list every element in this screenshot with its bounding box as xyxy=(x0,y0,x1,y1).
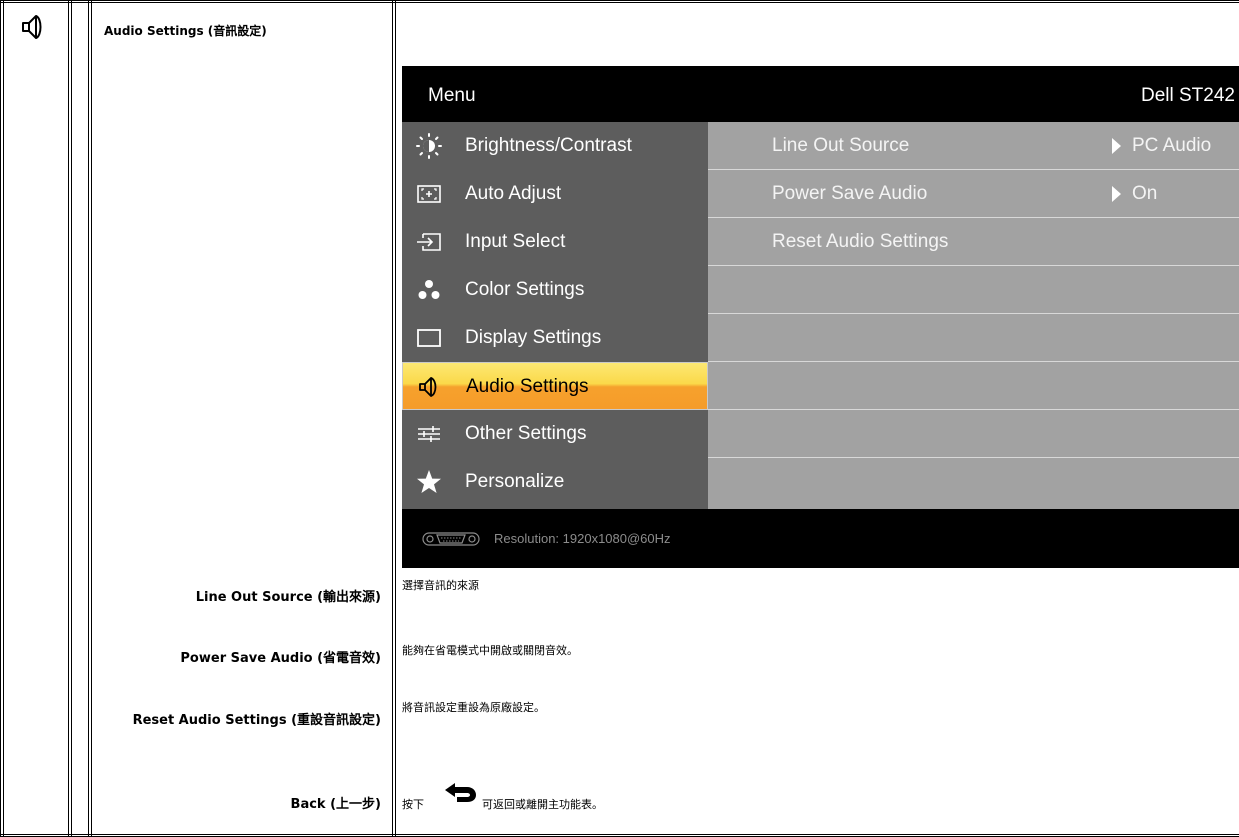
osd-item-label: Other Settings xyxy=(465,423,587,444)
row-label-back: Back (上一步) xyxy=(290,797,381,812)
osd-resolution: Resolution: 1920x1080@60Hz xyxy=(494,531,671,546)
osd-item-label: Audio Settings xyxy=(466,376,589,397)
row-label-power-save-audio: Power Save Audio (省電音效) xyxy=(180,651,381,666)
osd-item-personalize[interactable]: Personalize xyxy=(402,458,708,506)
osd-item-label: Color Settings xyxy=(465,279,585,300)
osd-option-empty xyxy=(708,362,1239,410)
osd-option-power-save-audio[interactable]: Power Save Audio On xyxy=(708,170,1239,218)
row-desc-back-suffix: 可返回或離開主功能表。 xyxy=(482,798,603,811)
osd-item-label: Input Select xyxy=(465,231,566,252)
display-settings-icon xyxy=(417,329,441,347)
column-divider-2 xyxy=(88,0,89,837)
column-divider-1 xyxy=(68,0,69,837)
osd-item-color-settings[interactable]: Color Settings xyxy=(402,266,708,314)
osd-option-empty xyxy=(708,266,1239,314)
osd-option-empty xyxy=(708,458,1239,506)
other-settings-icon xyxy=(418,426,440,442)
osd-option-value: On xyxy=(1132,183,1158,204)
osd-option-reset-audio-settings[interactable]: Reset Audio Settings xyxy=(708,218,1239,266)
column-divider-1b xyxy=(71,0,72,837)
vga-connector-icon xyxy=(422,532,480,546)
osd-item-other-settings[interactable]: Other Settings xyxy=(402,410,708,458)
color-settings-icon xyxy=(418,280,440,299)
input-select-icon xyxy=(417,233,441,251)
auto-adjust-icon xyxy=(417,185,441,203)
row-desc-reset-audio-settings: 將音訊設定重設為原廠設定。 xyxy=(402,701,545,714)
row-desc-power-save-audio: 能夠在省電模式中開啟或關閉音效。 xyxy=(402,644,578,657)
osd-item-brightness-contrast[interactable]: Brightness/Contrast xyxy=(402,122,708,170)
osd-item-auto-adjust[interactable]: Auto Adjust xyxy=(402,170,708,218)
osd-item-input-select[interactable]: Input Select xyxy=(402,218,708,266)
speaker-icon xyxy=(22,15,42,39)
osd-footer: Resolution: 1920x1080@60Hz xyxy=(402,509,1239,568)
osd-main-menu: Brightness/Contrast Auto Adjust Input Se… xyxy=(402,122,708,509)
osd-item-label: Brightness/Contrast xyxy=(465,135,632,156)
column-divider-3 xyxy=(392,0,393,837)
triangle-right-icon xyxy=(1112,138,1121,154)
column-divider-2b xyxy=(91,0,92,837)
star-icon xyxy=(417,470,441,493)
table-border-left-inner xyxy=(3,0,4,837)
osd-option-label: Line Out Source xyxy=(772,135,910,156)
osd-option-label: Reset Audio Settings xyxy=(772,231,949,252)
osd-option-empty xyxy=(708,314,1239,362)
osd-option-value: PC Audio xyxy=(1132,135,1212,156)
osd-model-name: Dell ST242 xyxy=(1141,85,1235,106)
table-border-top xyxy=(0,0,1239,3)
speaker-icon xyxy=(419,377,437,397)
document-table: Audio Settings (音訊設定) Menu Dell ST242 Br… xyxy=(0,0,1239,837)
row-desc-line-out-source: 選擇音訊的來源 xyxy=(402,579,479,592)
osd-item-label: Personalize xyxy=(465,471,565,492)
osd-menu-title: Menu xyxy=(428,85,476,106)
osd-menu-screenshot: Menu Dell ST242 Brightness/Contrast Auto… xyxy=(402,66,1239,568)
osd-option-label: Power Save Audio xyxy=(772,183,928,204)
row-label-reset-audio-settings: Reset Audio Settings (重設音訊設定) xyxy=(132,713,381,728)
section-title: Audio Settings (音訊設定) xyxy=(104,24,267,38)
osd-option-line-out-source[interactable]: Line Out Source PC Audio xyxy=(708,122,1239,170)
osd-item-label: Auto Adjust xyxy=(465,183,562,204)
back-arrow-icon xyxy=(445,783,476,802)
column-divider-3b xyxy=(395,0,396,837)
triangle-right-icon xyxy=(1112,186,1121,202)
table-border-left xyxy=(0,0,1,837)
osd-item-display-settings[interactable]: Display Settings xyxy=(402,314,708,362)
osd-option-empty xyxy=(708,410,1239,458)
row-label-line-out-source: Line Out Source (輸出來源) xyxy=(195,590,381,605)
brightness-icon xyxy=(416,133,442,159)
osd-header: Menu Dell ST242 xyxy=(402,66,1239,122)
row-desc-back-prefix: 按下 xyxy=(402,798,424,811)
osd-item-label: Display Settings xyxy=(465,327,602,348)
osd-item-audio-settings[interactable]: Audio Settings xyxy=(402,362,708,410)
osd-submenu: Line Out Source PC Audio Power Save Audi… xyxy=(708,122,1239,509)
